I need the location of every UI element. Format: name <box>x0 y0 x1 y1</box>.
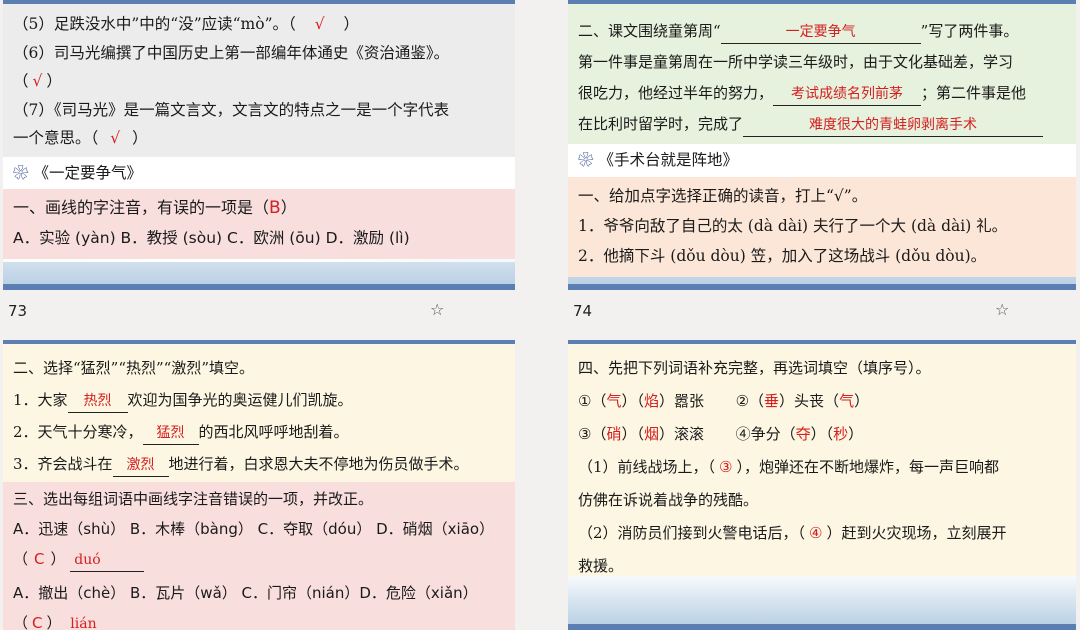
group-2-answer: （C） lián <box>13 608 505 630</box>
question-3-section: 三、选出每组词语中画线字注音错误的一项，并改正。 A．迅速（shù） B．木棒（… <box>3 482 515 630</box>
reading-item-1: 1．爷爷向敌了自己的太 (dà dài) 夫行了一个大 (dà dài) 礼。 <box>578 216 1008 235</box>
group-2-options: A．撤出（chè） B．瓦片（wǎ） C．门帘（nián）D．危险（xiǎn） <box>13 584 478 602</box>
fill-sentence-2-cont: 救援。 <box>578 557 624 575</box>
word-3: ③（硝）（烟）滚滚 <box>578 425 705 443</box>
fill-sentence-1-cont: 仿佛在诉说着战争的残酷。 <box>578 491 759 509</box>
star-icon[interactable]: ☆ <box>995 300 1009 319</box>
question-3: 三、选出每组词语中画线字注音错误的一项，并改正。 <box>13 490 374 508</box>
answer-blank-2: 猛烈 <box>142 422 199 445</box>
answer-blank-2: 考试成绩名列前茅 <box>773 83 922 106</box>
flower-icon: ❀ <box>578 151 594 169</box>
question-1-options: A．实验 (yàn) B．教授 (sòu) C．欧洲 (ōu) D．激励 (lì… <box>13 229 410 247</box>
lesson-title: 《手术台就是阵地》 <box>598 151 738 169</box>
answer-check-5: √ <box>314 15 325 33</box>
page-number-74: 74 <box>573 302 593 320</box>
fill-answer-1: ③ <box>719 458 733 476</box>
slide-74: 二、课文围绕童第周“ 一定要争气 ”写了两件事。 第一件事是童第周在一所中学读三年级… <box>568 0 1076 290</box>
group-1-answer: （C） duó <box>13 544 505 574</box>
answer-check-7: √ <box>110 129 121 147</box>
question-2-line-2: 第一件事是童第周在一所中学读三年级时，由于文化基础差，学习 <box>578 53 1014 71</box>
flower-icon: ❀ <box>13 163 29 182</box>
group-1-correction: duó <box>70 549 145 572</box>
fill-answer-2: ④ <box>809 524 823 542</box>
star-icon[interactable]: ☆ <box>430 300 444 319</box>
lesson-title-row: ❀ 《一定要争气》 <box>3 157 515 190</box>
statement-6: （6）司马光编撰了中国历史上第一部编年体通史《资治通鉴》。 <box>13 43 450 62</box>
statement-7: （7）《司马光》是一篇文言文，文言文的特点之一是一个字代表 <box>13 100 450 119</box>
slide-73: （5）足跌没水中”中的“没”应读“mò”。（ √ ） （6）司马光编撰了中国历史… <box>3 0 515 290</box>
group-2-choice: C <box>32 614 43 630</box>
page-number-73: 73 <box>8 302 28 320</box>
statement-6-answer: （√） <box>13 72 62 90</box>
answer-choice: B <box>269 198 281 218</box>
sentence-2: 2．天气十分寒冷， 猛烈 的西北风呼呼地刮着。 <box>13 416 505 448</box>
question-1-section: 一、给加点字选择正确的读音，打上“√”。 1．爷爷向敌了自己的太 (dà dài… <box>568 176 1076 277</box>
question-1: 一、画线的字注音，有误的一项是（B） <box>13 198 297 218</box>
lesson-title-row: ❀ 《手术台就是阵地》 <box>568 144 1076 177</box>
statement-5: （5）足跌没水中”中的“没”应读“mò”。（ √ ） <box>13 15 360 33</box>
question-2: 二、选择“猛烈”“热烈”“激烈”填空。 <box>13 359 255 377</box>
group-1-options: A．迅速（shù） B．木棒（bàng） C．夺取（dóu） D．硝烟（xiāo… <box>13 520 495 538</box>
sentence-3: 3．齐会战斗在 激烈 地进行着，白求恩大夫不停地为伤员做手术。 <box>13 448 505 480</box>
fill-sentence-1: （1）前线战场上，（ ③ ），炮弹还在不断地爆炸，每一声巨响都 <box>578 458 1000 476</box>
group-2-correction: lián <box>66 613 140 630</box>
lesson-title: 《一定要争气》 <box>33 163 142 182</box>
answer-check-6: √ <box>32 72 43 90</box>
question-4: 四、先把下列词语补充完整，再选词填空（填序号）。 <box>578 359 931 377</box>
true-false-section: （5）足跌没水中”中的“没”应读“mò”。（ √ ） （6）司马光编撰了中国历史… <box>3 4 515 157</box>
question-2-section: 二、选择“猛烈”“热烈”“激烈”填空。 1．大家 热烈 欢迎为国争光的奥运健儿们凯旋… <box>3 344 515 482</box>
statement-7-cont: 一个意思。（ √） <box>13 129 148 147</box>
reading-item-2: 2．他摘下斗 (dǒu dòu) 笠，加入了这场战斗 (dǒu dòu)。 <box>578 246 987 265</box>
question-4-section: 四、先把下列词语补充完整，再选词填空（填序号）。 ①（气）（焰）嚣张 ②（垂）头… <box>568 344 1076 576</box>
answer-blank-3: 激烈 <box>112 454 169 477</box>
fill-sentence-2: （2）消防员们接到火警电话后，（ ④ ）赶到火灾现场，立刻展开 <box>578 524 1007 542</box>
question-2-line-1: 二、课文围绕童第周“ 一定要争气 ”写了两件事。 <box>578 16 1066 47</box>
slide-76: 四、先把下列词语补充完整，再选词填空（填序号）。 ①（气）（焰）嚣张 ②（垂）头… <box>568 340 1076 630</box>
word-4: ④争分（夺）（秒） <box>735 425 864 443</box>
question-2-line-3: 很吃力，他经过半年的努力， 考试成绩名列前茅 ；第二件事是他 <box>578 78 1066 109</box>
question-1: 一、给加点字选择正确的读音，打上“√”。 <box>578 186 868 205</box>
answer-blank-1: 一定要争气 <box>720 21 921 44</box>
answer-blank-3: 难度很大的青蛙卵剥离手术 <box>743 114 1044 137</box>
word-1: ①（气）（焰）嚣张 <box>578 392 705 410</box>
sentence-1: 1．大家 热烈 欢迎为国争光的奥运健儿们凯旋。 <box>13 384 505 416</box>
slide-75: 二、选择“猛烈”“热烈”“激烈”填空。 1．大家 热烈 欢迎为国争光的奥运健儿们凯旋… <box>3 340 515 630</box>
word-2: ②（垂）头丧（气） <box>735 392 870 410</box>
question-2-line-4: 在比利时留学时，完成了 难度很大的青蛙卵剥离手术 <box>578 109 1066 140</box>
question-1-section: 一、画线的字注音，有误的一项是（B） A．实验 (yàn) B．教授 (sòu)… <box>3 189 515 259</box>
word-row-1: ①（气）（焰）嚣张 ②（垂）头丧（气） <box>578 385 1066 418</box>
group-1-choice: C <box>34 550 45 568</box>
word-row-2: ③（硝）（烟）滚滚 ④争分（夺）（秒） <box>578 418 1066 451</box>
answer-blank-1: 热烈 <box>67 390 128 413</box>
question-2-section: 二、课文围绕童第周“ 一定要争气 ”写了两件事。 第一件事是童第周在一所中学读三年级… <box>568 4 1076 144</box>
